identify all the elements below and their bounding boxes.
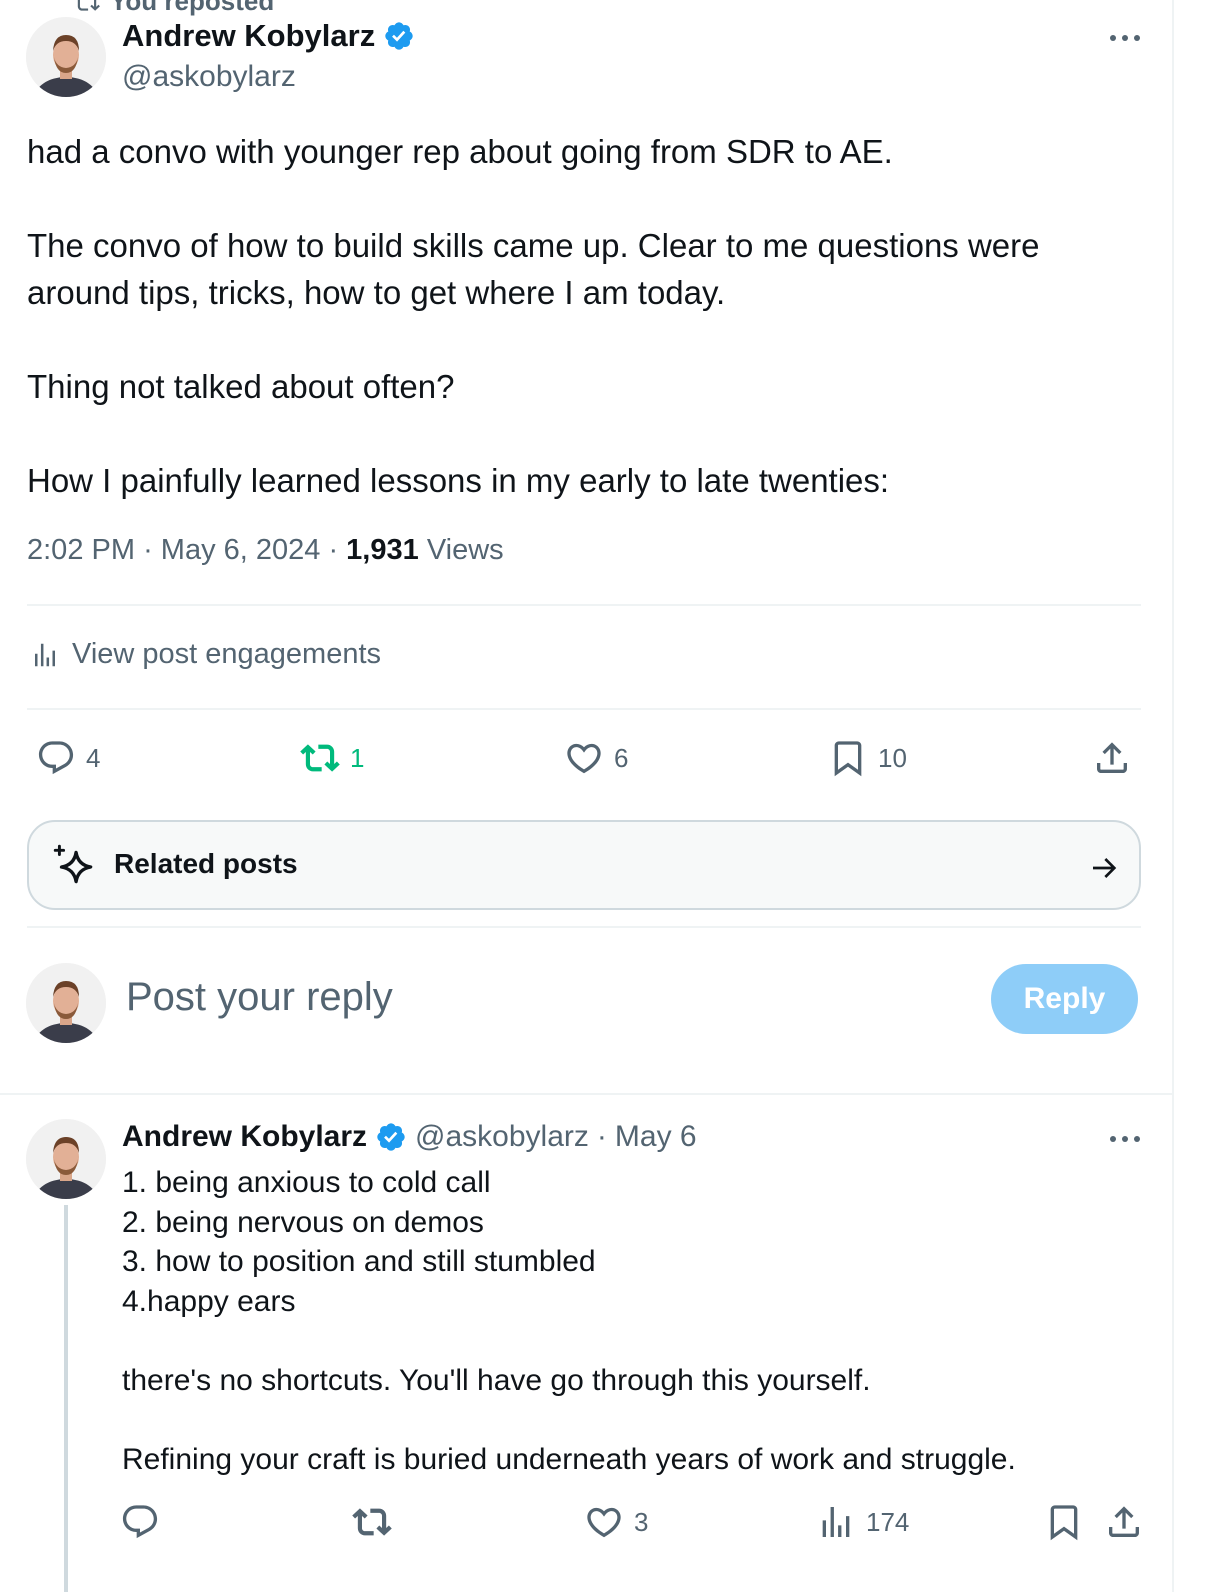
repost-icon: [352, 1508, 392, 1536]
analytics-icon: [35, 643, 55, 666]
views-label: Views: [426, 534, 504, 566]
post-text: had a convo with younger rep about going…: [27, 133, 1040, 499]
repost-count: 1: [350, 742, 365, 773]
reply-repost-action[interactable]: [352, 1502, 392, 1542]
views-count: 1,931: [346, 534, 419, 566]
reply-icon: [122, 1505, 158, 1539]
reply-button[interactable]: Reply: [991, 964, 1138, 1034]
reply-input[interactable]: Post your reply: [126, 975, 393, 1020]
more-options-icon[interactable]: [1110, 33, 1144, 43]
repost-banner: You reposted: [74, 0, 274, 17]
reply-reply-action[interactable]: [120, 1502, 160, 1542]
reply-views-action[interactable]: 174: [816, 1502, 909, 1542]
repost-banner-text: You reposted: [110, 0, 275, 16]
post-meta: 2:02 PM · May 6, 2024 · 1,931 Views: [27, 534, 504, 567]
post-time[interactable]: 2:02 PM: [27, 534, 135, 566]
reply-share-action[interactable]: [1104, 1502, 1144, 1542]
arrow-right-icon: [1093, 858, 1117, 878]
share-icon: [1097, 742, 1127, 773]
post-date[interactable]: May 6, 2024: [161, 534, 321, 566]
like-action[interactable]: 6: [564, 738, 628, 778]
related-posts-label: Related posts: [114, 848, 298, 879]
analytics-icon: [822, 1507, 850, 1537]
divider: [27, 926, 1141, 928]
verified-badge-icon[interactable]: [383, 20, 415, 52]
bookmark-count: 10: [878, 742, 907, 773]
meta-separator: ·: [596, 1120, 607, 1153]
author-name[interactable]: Andrew Kobylarz: [122, 18, 375, 54]
sparkle-icon: [53, 844, 93, 884]
share-icon: [1109, 1506, 1139, 1537]
bookmark-action[interactable]: 10: [828, 738, 907, 778]
verified-badge-icon[interactable]: [375, 1121, 407, 1153]
share-action[interactable]: [1092, 738, 1132, 778]
reply-bookmark-action[interactable]: [1044, 1502, 1084, 1542]
reply-like-action[interactable]: 3: [584, 1502, 648, 1542]
reply-date[interactable]: May 6: [615, 1120, 697, 1154]
view-engagements-link[interactable]: View post engagements: [30, 638, 381, 671]
divider: [27, 708, 1141, 710]
related-posts-card[interactable]: Related posts: [27, 820, 1141, 910]
meta-separator: ·: [328, 534, 347, 566]
author-handle[interactable]: @askobylarz: [122, 60, 296, 94]
heart-icon: [587, 1507, 621, 1538]
reply-action[interactable]: 4: [36, 738, 100, 778]
meta-separator: ·: [143, 534, 161, 566]
reply-more-options-icon[interactable]: [1110, 1134, 1144, 1144]
reply-icon: [38, 741, 74, 775]
repost-icon: [300, 744, 340, 772]
divider: [0, 1093, 1172, 1095]
avatar-image: [26, 963, 106, 1043]
view-engagements-label: View post engagements: [72, 638, 382, 670]
my-avatar[interactable]: [26, 963, 106, 1043]
reply-count: 4: [86, 742, 101, 773]
avatar-image: [26, 17, 106, 97]
avatar-image: [26, 1119, 106, 1199]
reply-like-count: 3: [634, 1506, 649, 1537]
author-avatar[interactable]: [26, 17, 106, 97]
reply-author-name[interactable]: Andrew Kobylarz: [122, 1120, 367, 1154]
bookmark-icon: [834, 741, 862, 777]
reply-author-handle[interactable]: @askobylarz: [415, 1120, 589, 1154]
heart-icon: [567, 743, 601, 774]
column-border: [1172, 0, 1174, 1592]
repost-action[interactable]: 1: [300, 738, 364, 778]
author-name-row: Andrew Kobylarz: [122, 18, 415, 54]
reply-author-avatar[interactable]: [26, 1119, 106, 1199]
divider: [27, 604, 1141, 606]
bookmark-icon: [1050, 1505, 1078, 1541]
reply-post-text: 1. being anxious to cold call 2. being n…: [122, 1166, 1016, 1476]
like-count: 6: [614, 742, 629, 773]
reply-author-row: Andrew Kobylarz @askobylarz · May 6: [122, 1120, 697, 1154]
reply-views-count: 174: [866, 1506, 910, 1537]
repost-icon: [77, 0, 100, 11]
thread-connector: [64, 1205, 68, 1592]
